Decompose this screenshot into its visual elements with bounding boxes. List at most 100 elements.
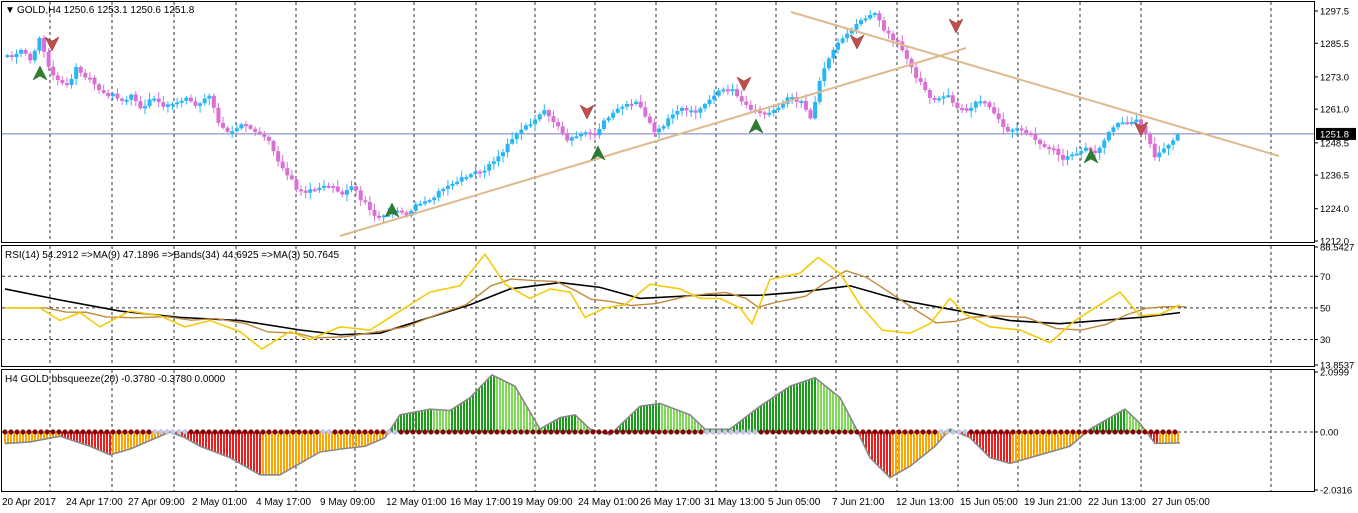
- price-bar-body: [363, 200, 368, 203]
- time-label: 5 Jun 05:00: [768, 497, 821, 508]
- price-bar-body: [331, 186, 336, 189]
- price-bar-body: [142, 106, 147, 109]
- price-bar-body: [110, 93, 115, 97]
- price-bar-body: [652, 122, 657, 133]
- price-bar-body: [1093, 150, 1098, 153]
- squeeze-dot: [872, 429, 878, 435]
- price-bar-body: [445, 185, 450, 189]
- price-bar-body: [262, 133, 267, 137]
- price-bar-body: [969, 107, 974, 111]
- price-bar-body: [294, 179, 299, 190]
- price-bar-body: [455, 181, 460, 184]
- squeeze-dot: [350, 429, 356, 435]
- price-bar-body: [799, 100, 804, 103]
- price-bar-body: [514, 133, 519, 140]
- price-bar-body: [358, 190, 363, 201]
- price-bar-body: [202, 98, 207, 104]
- price-bar-body: [689, 110, 694, 113]
- squeeze-dot: [1148, 429, 1154, 435]
- squeeze-dot: [50, 429, 56, 435]
- price-bar-body: [1175, 134, 1180, 141]
- squeeze-dot: [782, 429, 788, 435]
- squeeze-tick-label: 0.00: [1320, 427, 1339, 438]
- squeeze-dot: [248, 429, 254, 435]
- price-bar-body: [680, 107, 685, 111]
- squeeze-dot: [1082, 429, 1088, 435]
- price-bar-body: [744, 101, 749, 105]
- price-bar-body: [904, 50, 909, 59]
- price-bar-body: [1065, 156, 1070, 160]
- squeeze-dot: [326, 429, 332, 435]
- squeeze-dot: [74, 429, 80, 435]
- price-bar-body: [344, 190, 349, 195]
- squeeze-dot: [308, 429, 314, 435]
- price-bar-body: [120, 98, 125, 101]
- squeeze-dot: [980, 429, 986, 435]
- price-bar-body: [638, 101, 643, 108]
- squeeze-dot: [86, 429, 92, 435]
- squeeze-dot: [296, 429, 302, 435]
- squeeze-dot: [314, 429, 320, 435]
- squeeze-dot: [866, 429, 872, 435]
- price-bar-body: [937, 98, 942, 101]
- squeeze-dot: [530, 429, 536, 435]
- time-label: 27 Apr 09:00: [128, 497, 185, 508]
- squeeze-dot: [896, 429, 902, 435]
- squeeze-dot: [332, 429, 338, 435]
- price-bar-body: [748, 104, 753, 110]
- price-bar-body: [1125, 122, 1130, 125]
- squeeze-dot: [734, 429, 740, 435]
- squeeze-dot: [476, 429, 482, 435]
- squeeze-dot: [740, 429, 746, 435]
- price-bar-body: [354, 186, 359, 191]
- time-label: 16 May 17:00: [450, 497, 511, 508]
- price-bar-body: [845, 33, 850, 39]
- squeeze-dot: [194, 429, 200, 435]
- squeeze-dot: [722, 429, 728, 435]
- squeeze-dot: [908, 429, 914, 435]
- time-label: 7 Jun 21:00: [832, 497, 885, 508]
- squeeze-dot: [356, 429, 362, 435]
- price-bar-body: [156, 98, 161, 103]
- rsi-pane[interactable]: [1, 245, 1315, 367]
- squeeze-dot: [764, 429, 770, 435]
- price-bar-body: [505, 143, 510, 153]
- chart-window[interactable]: 20 Apr 2017 24 Apr 17:00 27 Apr 09:00 2 May…: [0, 0, 1358, 513]
- squeeze-dot: [584, 429, 590, 435]
- squeeze-dot: [254, 429, 260, 435]
- squeeze-dot: [626, 429, 632, 435]
- squeeze-dot: [854, 429, 860, 435]
- price-bar-body: [982, 101, 987, 104]
- squeeze-dot: [2, 429, 8, 435]
- squeeze-dot: [428, 429, 434, 435]
- squeeze-dot: [164, 429, 170, 435]
- price-bar-body: [510, 139, 515, 144]
- squeeze-dot: [776, 429, 782, 435]
- squeeze-dot: [14, 429, 20, 435]
- price-bar-body: [546, 110, 551, 117]
- price-bar-body: [1138, 119, 1143, 126]
- window-menu-icon[interactable]: ▼: [5, 5, 15, 16]
- price-bar-body: [895, 40, 900, 43]
- price-bar-body: [583, 132, 588, 135]
- price-bar-body: [1129, 121, 1134, 124]
- squeeze-dot: [1088, 429, 1094, 435]
- price-bar-body: [702, 104, 707, 109]
- price-bar-body: [60, 80, 65, 84]
- price-bar-body: [51, 66, 56, 76]
- squeeze-dot: [1034, 429, 1040, 435]
- squeeze-tick-label: -2.0316: [1320, 486, 1352, 497]
- price-bar-body: [776, 107, 781, 111]
- price-bar-body: [478, 171, 483, 174]
- squeeze-dot: [524, 429, 530, 435]
- squeeze-dot: [548, 429, 554, 435]
- squeeze-dot: [260, 429, 266, 435]
- squeeze-dot: [506, 429, 512, 435]
- squeeze-dot: [62, 429, 68, 435]
- price-bar-body: [725, 89, 730, 92]
- price-bar-body: [813, 101, 818, 119]
- price-bar-body: [670, 114, 675, 119]
- squeeze-dot: [878, 429, 884, 435]
- squeeze-dot: [812, 429, 818, 435]
- squeeze-dot: [962, 429, 968, 435]
